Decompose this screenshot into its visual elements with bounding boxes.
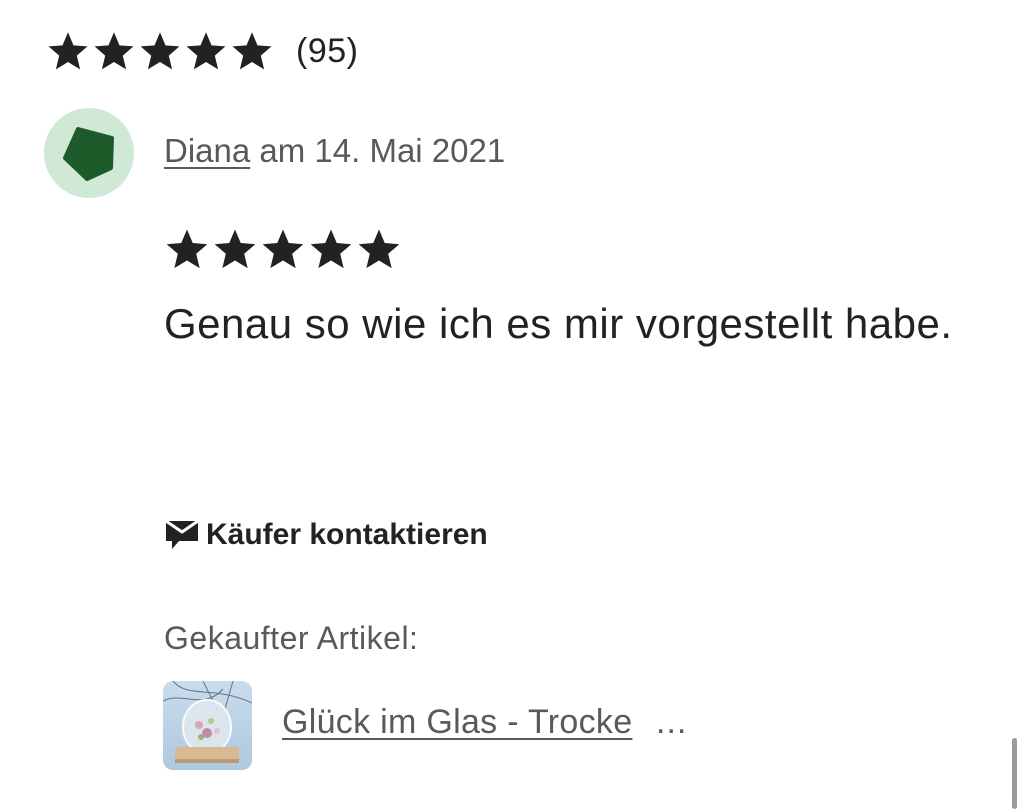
star-icon [92, 29, 136, 73]
contact-buyer-label: Käufer kontaktieren [206, 518, 488, 551]
star-icon [212, 226, 258, 272]
star-icon [308, 226, 354, 272]
star-icon [46, 29, 90, 73]
avatar-shape-icon [63, 127, 114, 181]
purchased-item-label: Gekaufter Artikel: [164, 620, 419, 656]
review-count: (95) [296, 31, 359, 70]
item-photo [163, 681, 252, 770]
item-thumbnail[interactable] [163, 681, 252, 770]
review-meta: Diana am 14. Mai 2021 [164, 132, 505, 170]
star-icon [230, 29, 274, 73]
review-stars [164, 226, 402, 272]
reviewer-name-link[interactable]: Diana [164, 132, 250, 169]
star-icon [138, 29, 182, 73]
summary-stars [46, 29, 274, 73]
purchased-item-link[interactable]: Glück im Glas - Trocke [282, 703, 632, 742]
review-text: Genau so wie ich es mir vorgestellt habe… [164, 300, 953, 347]
message-icon [165, 519, 199, 549]
star-icon [164, 226, 210, 272]
review-date: am 14. Mai 2021 [250, 132, 506, 169]
avatar[interactable] [44, 108, 134, 198]
contact-buyer-button[interactable]: Käufer kontaktieren [164, 518, 488, 552]
summary-rating: (95) [46, 26, 358, 76]
star-icon [184, 29, 228, 73]
star-icon [260, 226, 306, 272]
scrollbar[interactable] [1012, 738, 1017, 809]
star-icon [356, 226, 402, 272]
purchased-item-ellipsis: ... [656, 703, 688, 741]
